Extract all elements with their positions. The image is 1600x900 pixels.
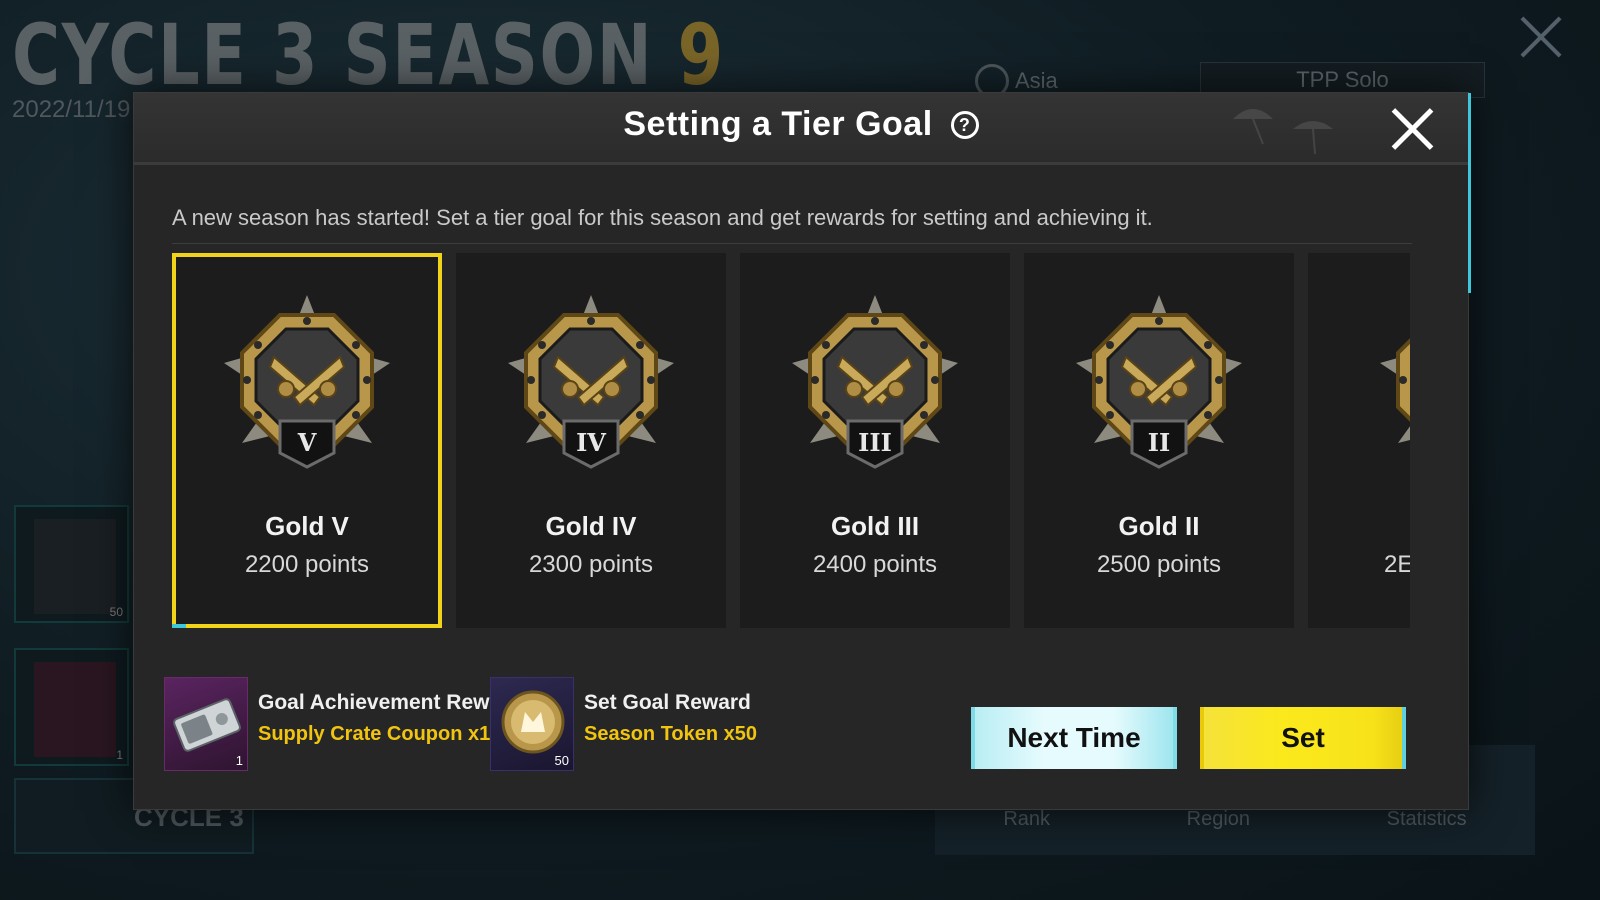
background-reward-tile[interactable]: 1 <box>14 648 129 766</box>
gold-tier-badge-icon: V <box>224 295 390 469</box>
season-date: 2022/11/19 - <box>12 96 145 123</box>
background-close-icon[interactable] <box>1518 14 1564 60</box>
tier-numeral: V <box>297 428 317 457</box>
tier-name: Gold IV <box>545 511 637 541</box>
tier-card-gold-iv[interactable]: IV Gold IV 2300 points <box>456 253 726 628</box>
help-icon[interactable]: ? <box>950 111 979 139</box>
tier-name: Gold III <box>830 511 920 541</box>
gold-tier-badge-icon: II <box>1076 295 1242 469</box>
tier-numeral: II <box>1148 428 1170 457</box>
dialog-title-text: Setting a Tier Goal <box>623 105 933 143</box>
goal-achievement-reward[interactable]: 1 Goal Achievement Reward Supply Crate C… <box>164 677 522 771</box>
set-goal-reward[interactable]: 50 Set Goal Reward Season Token x50 <box>490 677 757 771</box>
reward-quantity: 1 <box>235 753 243 768</box>
season-number: 9 <box>677 6 725 104</box>
coupon-icon <box>34 662 116 757</box>
parachute-decoration-icon <box>1233 109 1333 155</box>
tier-card-gold-v[interactable]: V Gold V 2200 points <box>172 253 442 628</box>
background-reward-tile[interactable]: 50 <box>14 505 129 623</box>
tier-card-gold-ii[interactable]: II Gold II 2500 points <box>1024 253 1294 628</box>
reward-value: Supply Crate Coupon x1 <box>258 723 491 745</box>
dialog-accent-edge <box>1468 93 1471 293</box>
season-title: CYCLE 3 SEASON 9 <box>12 6 725 104</box>
tier-card-gold-iii[interactable]: III Gold III 2400 points <box>740 253 1010 628</box>
tile-count: 50 <box>109 605 123 619</box>
gold-tier-badge-icon: IV <box>508 295 674 469</box>
background-tabs: Rank Region Statistics <box>935 808 1535 831</box>
reward-item[interactable]: 50 <box>490 677 574 771</box>
tier-points: 2300 points <box>528 551 654 578</box>
region-label: Asia <box>1015 68 1058 93</box>
tab-statistics[interactable]: Statistics <box>1387 808 1467 831</box>
tab-region[interactable]: Region <box>1187 808 1250 831</box>
tab-rank[interactable]: Rank <box>1003 808 1050 831</box>
reward-item[interactable]: 1 <box>164 677 248 771</box>
reward-text: Goal Achievement Reward Supply Crate Cou… <box>258 677 522 746</box>
tier-name: Gold II <box>1118 511 1200 541</box>
reward-value: Season Token x50 <box>584 723 758 745</box>
tier-list[interactable]: V Gold V 2200 points IV Gold IV 2300 poi… <box>172 253 1410 628</box>
close-button[interactable] <box>1390 107 1434 151</box>
gold-tier-badge-icon <box>1380 338 1410 443</box>
tier-points: 2E <box>1384 551 1410 578</box>
dialog-header: Setting a Tier Goal ? <box>134 93 1468 165</box>
tier-name: Gold V <box>265 511 349 541</box>
gold-tier-badge-icon: III <box>792 295 958 469</box>
tile-count: 1 <box>116 748 123 762</box>
season-title-text: CYCLE 3 SEASON <box>12 6 678 104</box>
reward-label: Set Goal Reward <box>584 691 751 714</box>
reward-text: Set Goal Reward Season Token x50 <box>584 677 757 746</box>
next-time-button[interactable]: Next Time <box>971 707 1177 769</box>
dialog-description: A new season has started! Set a tier goa… <box>172 205 1412 244</box>
set-button[interactable]: Set <box>1200 707 1406 769</box>
tier-points: 2500 points <box>1096 551 1222 578</box>
tier-numeral: IV <box>576 428 606 457</box>
tier-numeral: III <box>858 428 892 457</box>
tier-goal-dialog: Setting a Tier Goal ? A new season has s… <box>133 92 1471 810</box>
reward-quantity: 50 <box>554 753 569 768</box>
tier-points: 2200 points <box>244 551 370 578</box>
season-token-icon <box>34 519 116 614</box>
tier-points: 2400 points <box>812 551 938 578</box>
reward-label: Goal Achievement Reward <box>258 691 523 714</box>
tier-card-partial[interactable]: 2E <box>1308 253 1410 628</box>
